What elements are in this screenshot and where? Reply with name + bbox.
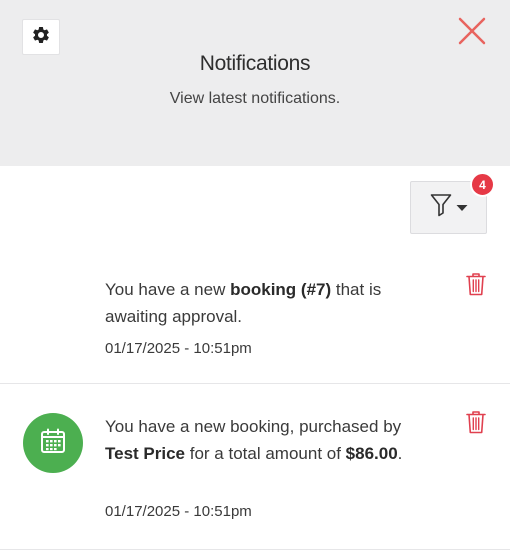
chevron-down-icon [456,199,468,217]
notifications-header: Notifications View latest notifications. [0,0,510,166]
message-text: . [397,444,403,463]
close-button[interactable] [456,17,488,49]
notification-message: You have a new booking (#7) that is awai… [105,276,425,330]
customer-name: Test Price [105,444,186,463]
notification-avatar [23,413,83,473]
booking-link[interactable]: booking (#7) [230,280,331,299]
delete-button[interactable] [464,272,488,300]
notification-item: You have a new booking (#7) that is awai… [0,262,510,384]
message-text: You have a new booking, purchased by [105,417,402,436]
page-title: Notifications [199,52,311,75]
calendar-icon [39,427,67,460]
notification-timestamp: 01/17/2025 - 10:51pm [105,340,252,357]
filter-icon [430,193,452,222]
trash-icon [466,272,486,301]
notification-count-badge: 4 [470,172,495,197]
close-icon [458,17,486,50]
notification-item: You have a new booking, purchased by Tes… [0,385,510,550]
message-text: for a total amount of [185,444,346,463]
trash-icon [466,410,486,439]
settings-button[interactable] [22,19,60,55]
notification-message: You have a new booking, purchased by Tes… [105,413,425,467]
page-subtitle: View latest notifications. [169,90,341,107]
gear-icon [31,25,51,50]
delete-button[interactable] [464,410,488,438]
booking-amount: $86.00 [345,444,398,463]
notification-timestamp: 01/17/2025 - 10:51pm [105,503,252,520]
message-text: You have a new [105,280,231,299]
